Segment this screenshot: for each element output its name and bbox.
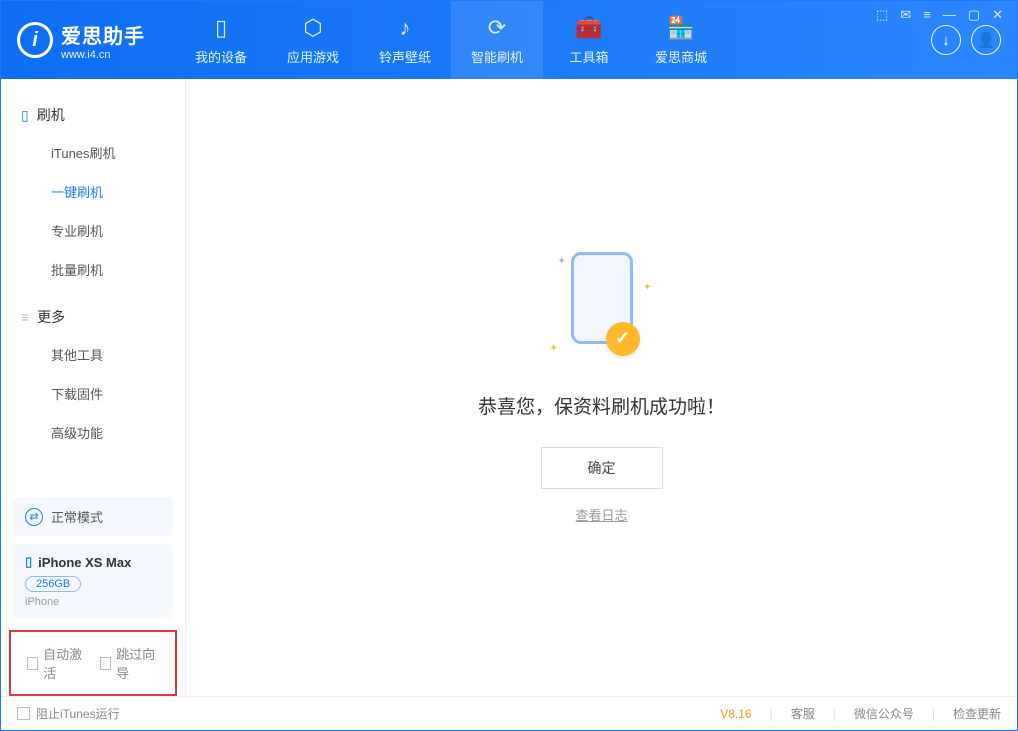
checkbox-auto-activate[interactable]: 自动激活 [27, 644, 86, 682]
tab-label: 爱思商城 [655, 47, 707, 66]
tab-ringtone-wallpaper[interactable]: ♪ 铃声壁纸 [359, 1, 451, 79]
footer-link-support[interactable]: 客服 [791, 705, 815, 722]
menu-icon[interactable]: ≡ [923, 7, 931, 23]
list-icon: ≡ [21, 309, 29, 325]
tab-store[interactable]: 🏪 爱思商城 [635, 1, 727, 79]
header-actions: ↓ 👤 [931, 25, 1001, 55]
sidebar-item-one-click-flash[interactable]: 一键刷机 [1, 172, 185, 211]
mode-label: 正常模式 [51, 507, 103, 526]
checkbox-label: 自动激活 [43, 644, 86, 682]
checkbox-icon [17, 707, 30, 720]
tab-smart-flash[interactable]: ⟳ 智能刷机 [451, 1, 543, 79]
sidebar-item-other-tools[interactable]: 其他工具 [1, 335, 185, 374]
sparkle-icon: ✦ [643, 282, 651, 293]
close-icon[interactable]: ✕ [992, 7, 1003, 23]
sidebar-item-batch-flash[interactable]: 批量刷机 [1, 250, 185, 289]
download-icon[interactable]: ↓ [931, 25, 961, 55]
tab-label: 应用游戏 [287, 47, 339, 66]
footer: 阻止iTunes运行 V8.16 | 客服 | 微信公众号 | 检查更新 [1, 696, 1017, 730]
check-icon: ✓ [606, 322, 640, 356]
device-name: iPhone XS Max [38, 555, 131, 570]
device-type: iPhone [25, 596, 161, 608]
checkbox-label: 阻止iTunes运行 [36, 705, 120, 722]
music-icon: ♪ [400, 15, 411, 41]
sidebar-group-more: ≡ 更多 [1, 299, 185, 335]
tab-apps-games[interactable]: ⬡ 应用游戏 [267, 1, 359, 79]
device-icon: ▯ [215, 15, 227, 41]
sidebar: ▯ 刷机 iTunes刷机 一键刷机 专业刷机 批量刷机 ≡ 更多 其他工具 下… [1, 79, 186, 696]
checkbox-skip-guide[interactable]: 跳过向导 [100, 644, 159, 682]
tab-label: 我的设备 [195, 47, 247, 66]
app-url: www.i4.cn [61, 49, 145, 61]
refresh-icon: ⟳ [488, 15, 506, 41]
store-icon: 🏪 [667, 15, 694, 41]
mode-card[interactable]: ⇄ 正常模式 [13, 497, 173, 536]
tab-label: 智能刷机 [471, 47, 523, 66]
sidebar-group-flash: ▯ 刷机 [1, 97, 185, 133]
user-icon[interactable]: 👤 [971, 25, 1001, 55]
device-card[interactable]: ▯ iPhone XS Max 256GB iPhone [13, 544, 173, 618]
logo: i 爱思助手 www.i4.cn [17, 20, 145, 61]
sidebar-item-download-firmware[interactable]: 下载固件 [1, 374, 185, 413]
footer-link-wechat[interactable]: 微信公众号 [854, 705, 914, 722]
mode-icon: ⇄ [25, 508, 43, 526]
ok-button[interactable]: 确定 [541, 447, 663, 489]
sidebar-item-itunes-flash[interactable]: iTunes刷机 [1, 133, 185, 172]
footer-link-update[interactable]: 检查更新 [953, 705, 1001, 722]
toolbox-icon: 🧰 [575, 15, 602, 41]
header: i 爱思助手 www.i4.cn ▯ 我的设备 ⬡ 应用游戏 ♪ 铃声壁纸 ⟳ … [1, 1, 1017, 79]
tab-label: 工具箱 [569, 47, 608, 66]
main-content: ✦ ✦ ✦ ✓ 恭喜您，保资料刷机成功啦！ 确定 查看日志 [186, 79, 1017, 696]
checkbox-label: 跳过向导 [116, 644, 159, 682]
flash-options-highlight: 自动激活 跳过向导 [9, 630, 177, 696]
sidebar-item-pro-flash[interactable]: 专业刷机 [1, 211, 185, 250]
maximize-icon[interactable]: ▢ [968, 7, 980, 23]
skin-icon[interactable]: ⬚ [876, 7, 888, 23]
window-controls: ⬚ ✉ ≡ — ▢ ✕ [876, 7, 1003, 23]
phone-icon: ▯ [21, 107, 29, 124]
device-icon: ▯ [25, 554, 32, 570]
storage-badge: 256GB [25, 576, 81, 592]
checkbox-block-itunes[interactable]: 阻止iTunes运行 [17, 705, 120, 722]
body: ▯ 刷机 iTunes刷机 一键刷机 专业刷机 批量刷机 ≡ 更多 其他工具 下… [1, 79, 1017, 696]
success-illustration: ✦ ✦ ✦ ✓ [542, 252, 662, 362]
success-message: 恭喜您，保资料刷机成功啦！ [478, 392, 725, 419]
version-label: V8.16 [720, 707, 751, 721]
group-title: 更多 [37, 307, 65, 327]
view-log-link[interactable]: 查看日志 [575, 505, 627, 524]
tab-toolbox[interactable]: 🧰 工具箱 [543, 1, 635, 79]
feedback-icon[interactable]: ✉ [900, 7, 911, 23]
tab-my-device[interactable]: ▯ 我的设备 [175, 1, 267, 79]
sparkle-icon: ✦ [550, 343, 558, 354]
app-window: ⬚ ✉ ≡ — ▢ ✕ i 爱思助手 www.i4.cn ▯ 我的设备 ⬡ 应用… [0, 0, 1018, 731]
main-tabs: ▯ 我的设备 ⬡ 应用游戏 ♪ 铃声壁纸 ⟳ 智能刷机 🧰 工具箱 🏪 爱思商城 [175, 1, 727, 79]
group-title: 刷机 [37, 105, 65, 125]
logo-icon: i [17, 22, 53, 58]
sidebar-item-advanced[interactable]: 高级功能 [1, 413, 185, 452]
checkbox-icon [100, 657, 111, 670]
tab-label: 铃声壁纸 [379, 47, 431, 66]
sparkle-icon: ✦ [558, 256, 566, 267]
app-name: 爱思助手 [61, 20, 145, 49]
cube-icon: ⬡ [303, 15, 322, 41]
minimize-icon[interactable]: — [943, 7, 956, 23]
checkbox-icon [27, 657, 38, 670]
